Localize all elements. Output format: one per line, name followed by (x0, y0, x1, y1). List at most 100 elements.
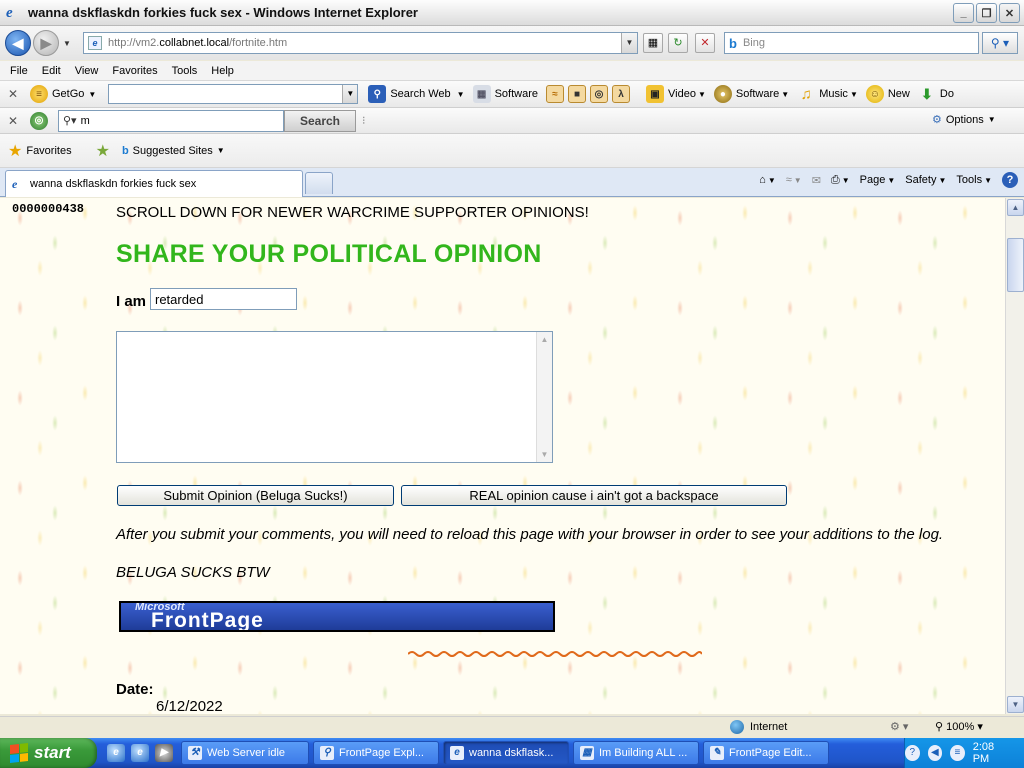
quick-launch-ie-icon[interactable]: e (107, 744, 125, 762)
taskbar-item-frontpage-editor[interactable]: ✎ FrontPage Edit... (703, 741, 829, 765)
url-host: collabnet.local (159, 37, 230, 49)
forward-button[interactable]: ▶ (33, 30, 59, 56)
new-tab-button[interactable] (305, 172, 333, 194)
page-scrollbar[interactable]: ▲ ▼ (1005, 198, 1024, 714)
person-icon[interactable]: λ (612, 85, 630, 103)
reload-notice: After you submit your comments, you will… (116, 526, 944, 543)
tab-current-page[interactable]: e wanna dskflaskdn forkies fuck sex (5, 170, 303, 197)
close-search-toolbar-icon[interactable]: ✕ (8, 114, 22, 128)
mail-icon[interactable]: ✉ (812, 174, 821, 187)
safety-menu[interactable]: Safety ▼ (905, 174, 946, 186)
taskbar-item-frontpage-explorer[interactable]: ⚲ FrontPage Expl... (313, 741, 439, 765)
toolbar-search-input[interactable]: ⚲▾ m (58, 109, 284, 132)
compatibility-view-icon[interactable]: ▦ (643, 33, 663, 53)
recent-pages-dropdown[interactable]: ▼ (61, 39, 73, 48)
help-icon[interactable]: ? (1002, 172, 1018, 188)
refresh-icon[interactable]: ↻ (668, 33, 688, 53)
music-button[interactable]: ♫ Music ▼ (797, 85, 858, 103)
menu-view[interactable]: View (75, 65, 99, 77)
textarea-scroll-down-icon[interactable]: ▼ (537, 447, 552, 462)
taskbar-item-web-server[interactable]: ⚒ Web Server idle (181, 741, 309, 765)
download-label: Do (939, 88, 954, 100)
clock[interactable]: 2:08 PM (973, 741, 1010, 765)
camera-icon[interactable]: ■ (568, 85, 586, 103)
toolbar-search-value: m (80, 114, 90, 127)
software2-button[interactable]: ● Software ▼ (713, 85, 789, 103)
scroll-thumb[interactable] (1007, 238, 1024, 292)
command-bar: ⌂ ▼ ≈ ▼ ✉ ⎙ ▼ Page ▼ Safety ▼ Tools ▼ ? (759, 172, 1018, 188)
tray-back-icon[interactable]: ◀ (927, 745, 943, 761)
media-player-icon[interactable]: ▶ (155, 744, 173, 762)
rss-icon[interactable]: ≈ (546, 85, 564, 103)
page-menu[interactable]: Page ▼ (860, 174, 896, 186)
menu-favorites[interactable]: Favorites (112, 65, 157, 77)
toolbar-search-button[interactable]: Search (284, 109, 356, 132)
frontpage-explorer-icon: ⚲ (320, 746, 334, 760)
tv-icon: ▣ (646, 85, 664, 103)
zoom-control[interactable]: ⚲ 100% ▾ (935, 720, 983, 733)
getgo-menu[interactable]: ≡ GetGo ▼ (30, 85, 96, 103)
scroll-down-icon[interactable]: ▼ (1007, 696, 1024, 713)
globe-icon[interactable]: ◎ (590, 85, 608, 103)
taskbar-item-im-building[interactable]: ▦ Im Building ALL ... (573, 741, 699, 765)
menu-edit[interactable]: Edit (42, 65, 61, 77)
suggested-sites-button[interactable]: b Suggested Sites ▼ (122, 145, 225, 157)
real-opinion-button[interactable]: REAL opinion cause i ain't got a backspa… (401, 485, 787, 506)
search-web-button[interactable]: ⚲ Search Web ▼ (368, 85, 465, 103)
taskbar-item-label: FrontPage Edit... (729, 747, 812, 759)
stop-icon[interactable]: ✕ (695, 33, 715, 53)
search-web-label: Search Web (390, 88, 451, 100)
address-bar[interactable]: e http://vm2. collabnet.local/fortnite.ht… (83, 32, 638, 54)
favorites-button[interactable]: ★ Favorites (8, 141, 72, 161)
search-go-button[interactable]: ⚲ ▾ (982, 32, 1018, 54)
feeds-icon[interactable]: ≈ ▼ (786, 174, 802, 186)
home-icon[interactable]: ⌂ ▼ (759, 174, 776, 186)
close-button[interactable]: ✕ (999, 3, 1020, 23)
toolbar-resize-icon[interactable]: ⁝ (362, 114, 366, 127)
print-icon[interactable]: ⎙ ▼ (831, 174, 850, 187)
video-button[interactable]: ▣ Video ▼ (646, 85, 706, 103)
options-button[interactable]: ⚙ Options ▼ (932, 113, 996, 127)
safety-menu-label: Safety (905, 174, 937, 186)
system-tray: ? ◀ ≡ 2:08 PM (904, 738, 1024, 768)
quick-launch: e e ▶ (107, 744, 173, 762)
protected-mode-icon[interactable]: ⚙ ▾ (890, 720, 908, 733)
software-button[interactable]: ▦ Software (472, 85, 538, 103)
window-controls: _ ❐ ✕ (953, 3, 1020, 23)
textarea-scrollbar[interactable]: ▲ ▼ (536, 332, 552, 462)
i-am-input[interactable] (150, 288, 297, 310)
combo-dropdown-icon[interactable]: ▼ (342, 85, 358, 103)
tray-getgo-icon[interactable]: ≡ (950, 745, 965, 761)
title-bar: e wanna dskflaskdn forkies fuck sex - Wi… (0, 0, 1024, 26)
minimize-button[interactable]: _ (953, 3, 974, 23)
bing-placeholder: Bing (742, 37, 765, 49)
frontpage-editor-icon: ✎ (710, 746, 724, 760)
quick-launch-ie2-icon[interactable]: e (131, 744, 149, 762)
menu-tools[interactable]: Tools (172, 65, 198, 77)
opinion-textarea[interactable]: ▲ ▼ (116, 331, 553, 463)
scroll-up-icon[interactable]: ▲ (1007, 199, 1024, 216)
taskbar-item-ie-window[interactable]: e wanna dskflask... (443, 741, 569, 765)
back-button[interactable]: ◀ (5, 30, 31, 56)
tab-row: e wanna dskflaskdn forkies fuck sex ⌂ ▼ ≈… (0, 168, 1024, 197)
url-prefix: http://vm2. (108, 37, 160, 49)
submit-opinion-button[interactable]: Submit Opinion (Beluga Sucks!) (117, 485, 394, 506)
menu-help[interactable]: Help (211, 65, 234, 77)
scroll-notice: SCROLL DOWN FOR NEWER WARCRIME SUPPORTER… (116, 204, 589, 221)
security-zone[interactable]: Internet (730, 720, 787, 734)
tray-help-icon[interactable]: ? (905, 745, 920, 761)
ie-taskbar-icon: e (450, 746, 464, 760)
download-button[interactable]: ⬇ Do (918, 85, 954, 103)
menu-file[interactable]: File (10, 65, 28, 77)
new-button[interactable]: ☺ New (865, 85, 910, 103)
address-dropdown-icon[interactable]: ▼ (621, 33, 637, 53)
add-to-favorites-button[interactable]: ★ (96, 141, 114, 161)
maximize-button[interactable]: ❐ (976, 3, 997, 23)
bing-search-input[interactable]: b Bing (724, 32, 979, 54)
textarea-scroll-up-icon[interactable]: ▲ (537, 332, 552, 347)
close-toolbar-icon[interactable]: ✕ (8, 87, 22, 101)
taskbar: start e e ▶ ⚒ Web Server idle ⚲ FrontPag… (0, 738, 1024, 768)
start-button[interactable]: start (0, 738, 97, 768)
getgo-search-combo[interactable]: ▼ (108, 84, 359, 104)
tools-menu[interactable]: Tools ▼ (956, 174, 992, 186)
